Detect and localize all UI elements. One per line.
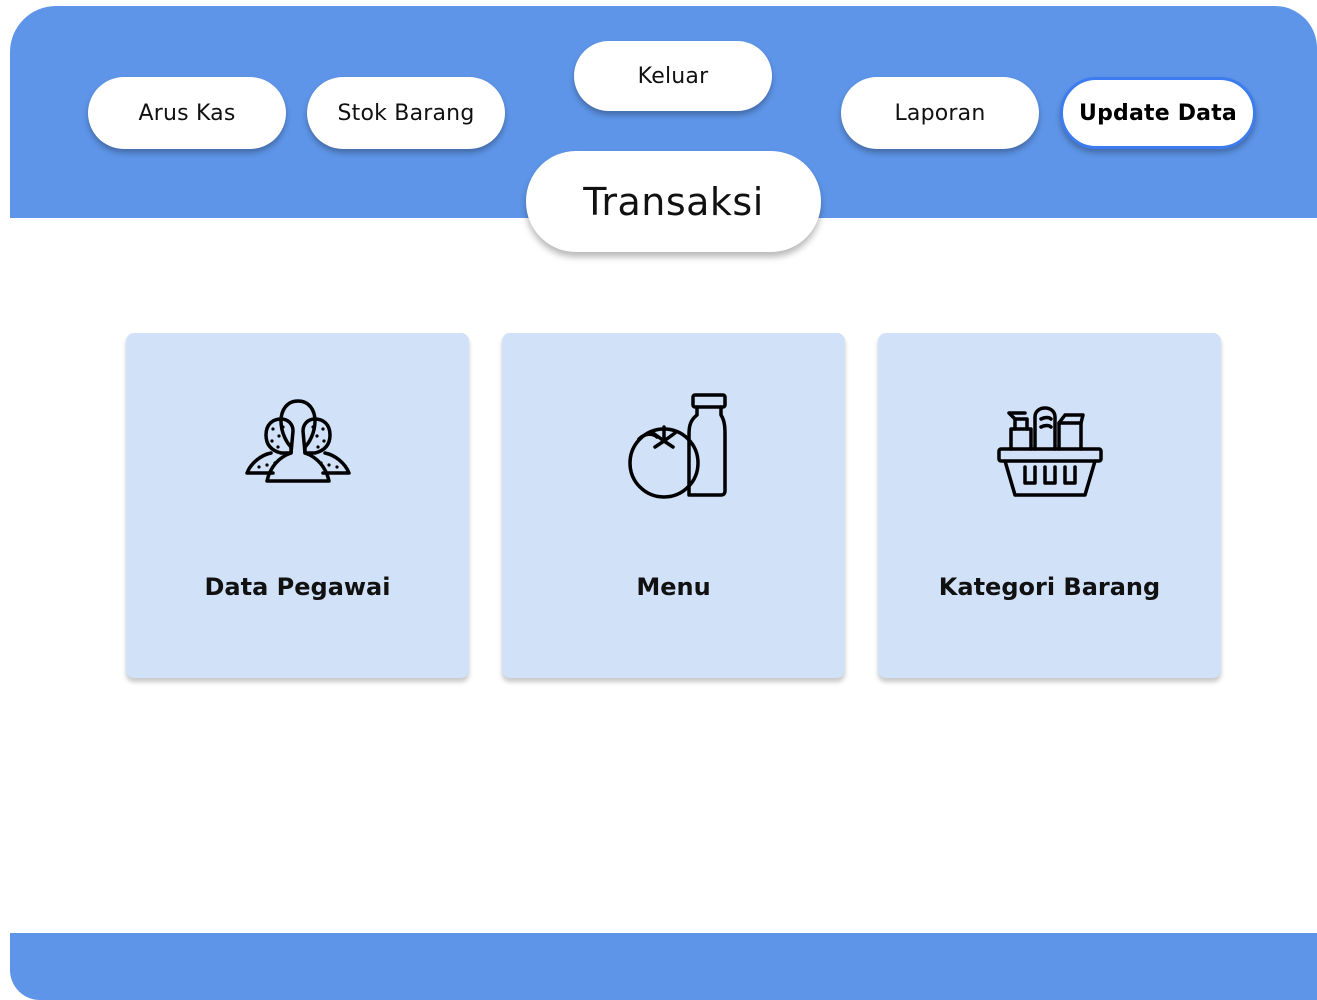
card-data-pegawai[interactable]: Data Pegawai [126, 333, 469, 678]
page-title[interactable]: Transaksi [526, 151, 821, 252]
page: Arus Kas Stok Barang Keluar Laporan Upda… [0, 0, 1317, 1000]
nav-laporan-button[interactable]: Laporan [841, 77, 1039, 149]
grocery-basket-icon [996, 406, 1103, 497]
card-menu[interactable]: Menu [502, 333, 845, 678]
footer-bar [10, 933, 1317, 1000]
nav-arus-kas-button[interactable]: Arus Kas [88, 77, 286, 149]
people-icon [244, 399, 351, 483]
card-label: Menu [636, 573, 711, 601]
card-label: Data Pegawai [204, 573, 391, 601]
card-kategori-barang[interactable]: Kategori Barang [878, 333, 1221, 678]
food-drink-icon [627, 393, 727, 499]
logout-button[interactable]: Keluar [574, 41, 772, 111]
card-label: Kategori Barang [938, 573, 1161, 601]
nav-stok-barang-button[interactable]: Stok Barang [307, 77, 505, 149]
nav-update-data-button[interactable]: Update Data [1060, 77, 1256, 149]
